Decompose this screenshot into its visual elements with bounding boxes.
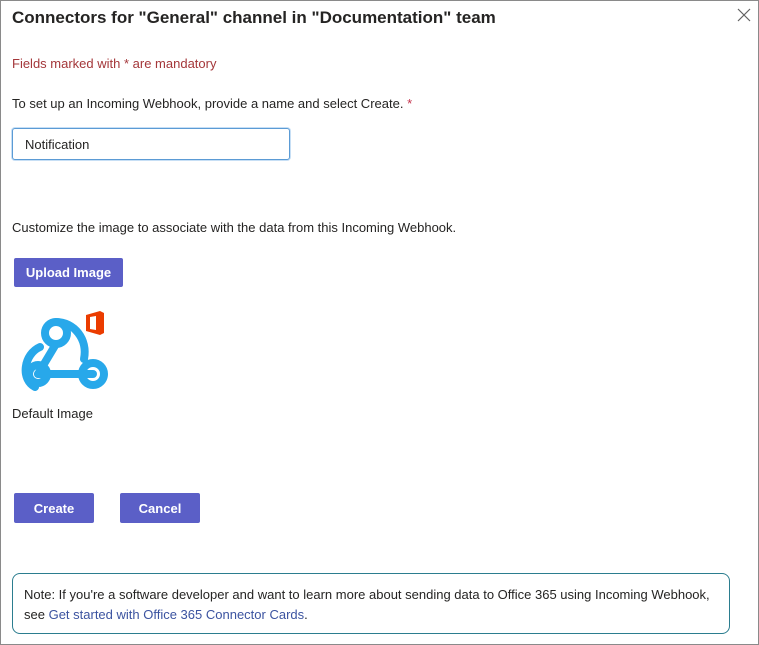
create-button[interactable]: Create [14, 493, 94, 523]
setup-text: To set up an Incoming Webhook, provide a… [12, 96, 404, 111]
close-button[interactable] [734, 5, 754, 25]
upload-image-button[interactable]: Upload Image [14, 258, 123, 287]
connector-dialog: Connectors for "General" channel in "Doc… [0, 0, 759, 645]
developer-note: Note: If you're a software developer and… [12, 573, 730, 634]
default-image-label: Default Image [12, 406, 93, 421]
office-icon [86, 311, 104, 335]
note-suffix: . [304, 607, 308, 622]
setup-instruction: To set up an Incoming Webhook, provide a… [12, 96, 412, 111]
customize-image-text: Customize the image to associate with th… [12, 220, 457, 235]
close-icon [737, 8, 751, 22]
webhook-name-input[interactable] [12, 128, 290, 160]
dialog-title: Connectors for "General" channel in "Doc… [12, 8, 496, 27]
connector-cards-link[interactable]: Get started with Office 365 Connector Ca… [49, 607, 305, 622]
required-marker: * [407, 96, 413, 111]
default-image [10, 309, 110, 401]
webhook-icon [21, 311, 108, 391]
cancel-button[interactable]: Cancel [120, 493, 200, 523]
mandatory-fields-note: Fields marked with * are mandatory [12, 56, 217, 71]
